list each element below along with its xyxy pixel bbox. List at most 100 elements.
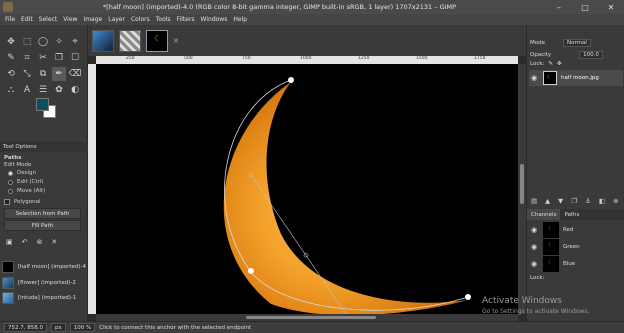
menu-image[interactable]: Image	[83, 16, 102, 23]
radio-move[interactable]	[8, 188, 13, 194]
pencil-tool-icon[interactable]: ✎	[4, 51, 18, 65]
opacity-field[interactable]: 100.0	[579, 51, 603, 59]
channel-thumbnail	[543, 222, 559, 238]
menu-tools[interactable]: Tools	[156, 16, 171, 23]
rect-select-tool-icon[interactable]: ⬚	[20, 35, 34, 49]
channel-red[interactable]: ◉ Red	[529, 222, 623, 238]
new-layer-icon[interactable]: ▤	[531, 197, 537, 205]
anchor-right[interactable]	[465, 294, 471, 300]
scroll-thumb[interactable]	[520, 164, 524, 204]
eye-icon[interactable]: ◉	[529, 243, 539, 251]
fill-path-button[interactable]: Fill Path	[4, 220, 81, 231]
perspective-tool-icon[interactable]: ⧉	[36, 67, 50, 81]
layer-row[interactable]: ◉ half moon.jpg	[529, 70, 623, 86]
fuzzy-select-tool-icon[interactable]: ✧	[52, 35, 66, 49]
minimize-button[interactable]: –	[546, 0, 572, 14]
mode-design-radio[interactable]: Design	[8, 170, 36, 176]
layers-panel: Mode Normal Opacity 100.0 Lock: ✎ ✥ ◉ ha…	[526, 25, 624, 321]
menu-help[interactable]: Help	[233, 16, 247, 23]
image-item-intuda[interactable]: [intuda] (imported)-1	[2, 291, 86, 305]
move-tool-icon[interactable]: ✥	[4, 35, 18, 49]
anchor-left[interactable]	[248, 268, 254, 274]
radio-edit[interactable]	[8, 179, 13, 185]
tab-channels[interactable]: Channels	[527, 209, 561, 220]
foreground-color-swatch[interactable]	[36, 98, 49, 111]
menu-view[interactable]: View	[63, 16, 77, 23]
rotate-tool-icon[interactable]: ⟲	[4, 67, 18, 81]
menu-filters[interactable]: Filters	[177, 16, 195, 23]
lock-position-icon[interactable]: ✥	[557, 61, 562, 67]
bucket-fill-tool-icon[interactable]: ⛬	[4, 83, 18, 97]
eye-icon[interactable]: ◉	[529, 260, 539, 268]
reset-options-icon[interactable]: ✕	[51, 238, 57, 246]
delete-preset-icon[interactable]: ⊗	[37, 238, 43, 246]
duplicate-layer-icon[interactable]: ❐	[571, 197, 577, 205]
menu-select[interactable]: Select	[39, 16, 58, 23]
grid-tool-icon[interactable]: ⌗	[20, 51, 34, 65]
channel-blue[interactable]: ◉ Blue	[529, 256, 623, 272]
menu-layer[interactable]: Layer	[108, 16, 125, 23]
tab-paths[interactable]: Paths	[560, 209, 583, 220]
layer-up-icon[interactable]: ▲	[545, 197, 550, 205]
anchor-layer-icon[interactable]: ⚓	[585, 197, 591, 205]
scale-tool-icon[interactable]: ⤡	[20, 67, 34, 81]
mode-select[interactable]: Normal	[563, 39, 591, 47]
dodge-burn-tool-icon[interactable]: ◐	[68, 83, 82, 97]
close-tab-icon[interactable]: ✕	[173, 30, 183, 52]
align-tool-icon[interactable]: ☐	[68, 51, 82, 65]
restore-preset-icon[interactable]: ↶	[22, 238, 28, 246]
image-item-flower[interactable]: [flower] (imported)-2	[2, 276, 86, 290]
anchor-top[interactable]	[288, 77, 294, 83]
horizontal-scrollbar[interactable]	[96, 314, 518, 321]
menu-edit[interactable]: Edit	[21, 16, 33, 23]
radio-design[interactable]	[8, 170, 13, 176]
zoom-select[interactable]: 100 %	[69, 323, 96, 332]
horizontal-ruler[interactable]: 250 500 750 1000 1250 1500 1750	[96, 56, 518, 64]
eye-icon[interactable]: ◉	[529, 74, 539, 82]
scroll-thumb[interactable]	[246, 316, 376, 319]
scissors-tool-icon[interactable]: ✂	[36, 51, 50, 65]
lock-pixels-icon[interactable]: ✎	[548, 61, 553, 67]
status-message: Click to connect this anchor with the se…	[99, 324, 252, 331]
image-canvas[interactable]	[96, 64, 518, 314]
channel-name: Green	[563, 244, 580, 250]
gradient-tool-icon[interactable]: ☰	[36, 83, 50, 97]
selection-from-path-button[interactable]: Selection from Path	[4, 208, 81, 219]
delete-layer-icon[interactable]: ⊗	[613, 197, 618, 205]
mode-edit-radio[interactable]: Edit (Ctrl)	[8, 179, 43, 185]
crop-tool-icon[interactable]: ⌖	[68, 35, 82, 49]
eye-icon[interactable]: ◉	[529, 226, 539, 234]
tool-options-tab[interactable]: Tool Options	[0, 142, 88, 152]
heal-tool-icon[interactable]: ✿	[52, 83, 66, 97]
opacity-row: Opacity 100.0	[530, 51, 603, 59]
clone-tool-icon[interactable]: ❐	[52, 51, 66, 65]
menu-file[interactable]: File	[5, 16, 15, 23]
polygonal-checkbox[interactable]: Polygonal	[4, 199, 41, 205]
fg-bg-colors[interactable]	[36, 98, 56, 118]
image-tab-half-moon[interactable]	[146, 29, 168, 52]
image-item-half-moon[interactable]: [half moon] (imported)-4	[2, 260, 86, 274]
layer-down-icon[interactable]: ▼	[558, 197, 563, 205]
image-tab-intuda[interactable]	[92, 29, 114, 52]
gimp-app-icon	[3, 2, 13, 12]
channel-green[interactable]: ◉ Green	[529, 239, 623, 255]
unit-select[interactable]: px	[51, 323, 66, 332]
menu-windows[interactable]: Windows	[201, 16, 228, 23]
layer-name[interactable]: half moon.jpg	[561, 75, 599, 81]
vertical-ruler[interactable]	[88, 64, 96, 314]
mode-move-radio[interactable]: Move (Alt)	[8, 188, 45, 194]
maximize-button[interactable]: □	[572, 0, 598, 14]
text-tool-icon[interactable]: A	[20, 83, 34, 97]
paths-tool-icon[interactable]: ✒	[52, 67, 66, 81]
layer-thumbnail	[543, 71, 557, 85]
vertical-scrollbar[interactable]	[518, 64, 526, 314]
image-tab-flower[interactable]	[119, 29, 141, 52]
save-preset-icon[interactable]: ▣	[6, 238, 13, 246]
menu-colors[interactable]: Colors	[131, 16, 150, 23]
polygonal-check[interactable]	[4, 199, 10, 205]
close-button[interactable]: ✕	[598, 0, 624, 14]
image-thumbnail	[2, 261, 14, 273]
ellipse-select-tool-icon[interactable]: ◯	[36, 35, 50, 49]
eraser-tool-icon[interactable]: ⌫	[68, 67, 82, 81]
mask-layer-icon[interactable]: ◧	[599, 197, 605, 205]
